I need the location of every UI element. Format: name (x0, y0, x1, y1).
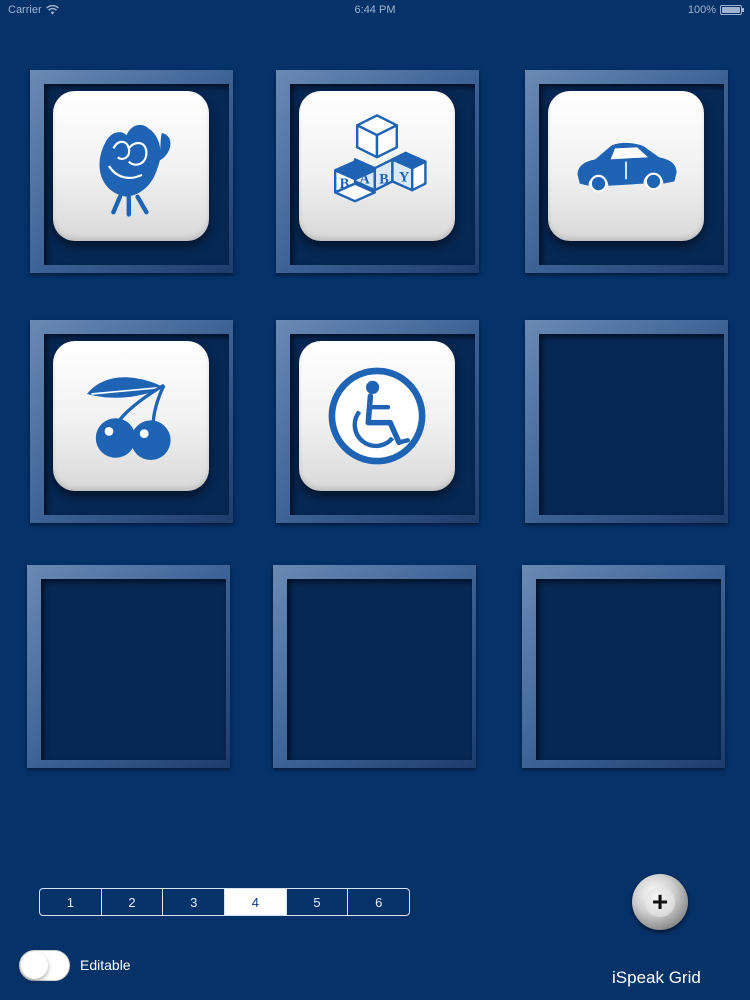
rose-icon (99, 124, 171, 217)
wheelchair-icon (328, 367, 426, 465)
grid-cell-8[interactable] (273, 565, 476, 768)
grid-cell-5[interactable] (276, 320, 479, 523)
cherries-icon (87, 377, 171, 460)
page-selector: 1 2 3 4 5 6 (39, 888, 410, 916)
plus-icon: + (645, 887, 675, 917)
app-brand: iSpeak Grid (612, 968, 701, 987)
status-bar: Carrier 6:44 PM 100% (0, 0, 750, 22)
toggle-knob (21, 952, 48, 979)
grid-cell-9[interactable] (522, 565, 725, 768)
add-button[interactable]: + (632, 874, 688, 930)
grid-cell-2[interactable]: B A B Y (276, 70, 479, 273)
car-icon (577, 142, 677, 193)
clock: 6:44 PM (354, 4, 396, 16)
battery-info: 100% (687, 4, 744, 16)
grid-cell-6[interactable] (525, 320, 728, 523)
page-6-segment[interactable]: 6 (347, 889, 409, 915)
block-letter: B (379, 172, 389, 188)
battery-icon (720, 5, 744, 15)
battery-percent: 100% (687, 4, 716, 16)
baby-blocks-icon: B A B Y (333, 114, 427, 203)
grid-cell-1[interactable] (30, 70, 233, 273)
block-letter: Y (399, 169, 410, 185)
grid-cell-7[interactable] (27, 565, 230, 768)
editable-label: Editable (80, 957, 131, 973)
page-5-segment[interactable]: 5 (285, 889, 348, 915)
rose-tile[interactable] (53, 91, 209, 241)
baby-blocks-tile[interactable]: B A B Y (299, 91, 455, 241)
grid-cell-3[interactable] (525, 70, 728, 273)
editable-toggle[interactable] (19, 950, 70, 981)
page-4-segment[interactable]: 4 (224, 889, 286, 915)
page-1-segment[interactable]: 1 (40, 889, 101, 915)
block-letter: B (340, 176, 350, 192)
grid-cell-4[interactable] (30, 320, 233, 523)
page-3-segment[interactable]: 3 (162, 889, 224, 915)
page-2-segment[interactable]: 2 (100, 889, 163, 915)
cherries-tile[interactable] (53, 341, 209, 491)
block-letter: A (359, 172, 370, 188)
wheelchair-tile[interactable] (299, 341, 455, 491)
car-tile[interactable] (548, 91, 704, 241)
